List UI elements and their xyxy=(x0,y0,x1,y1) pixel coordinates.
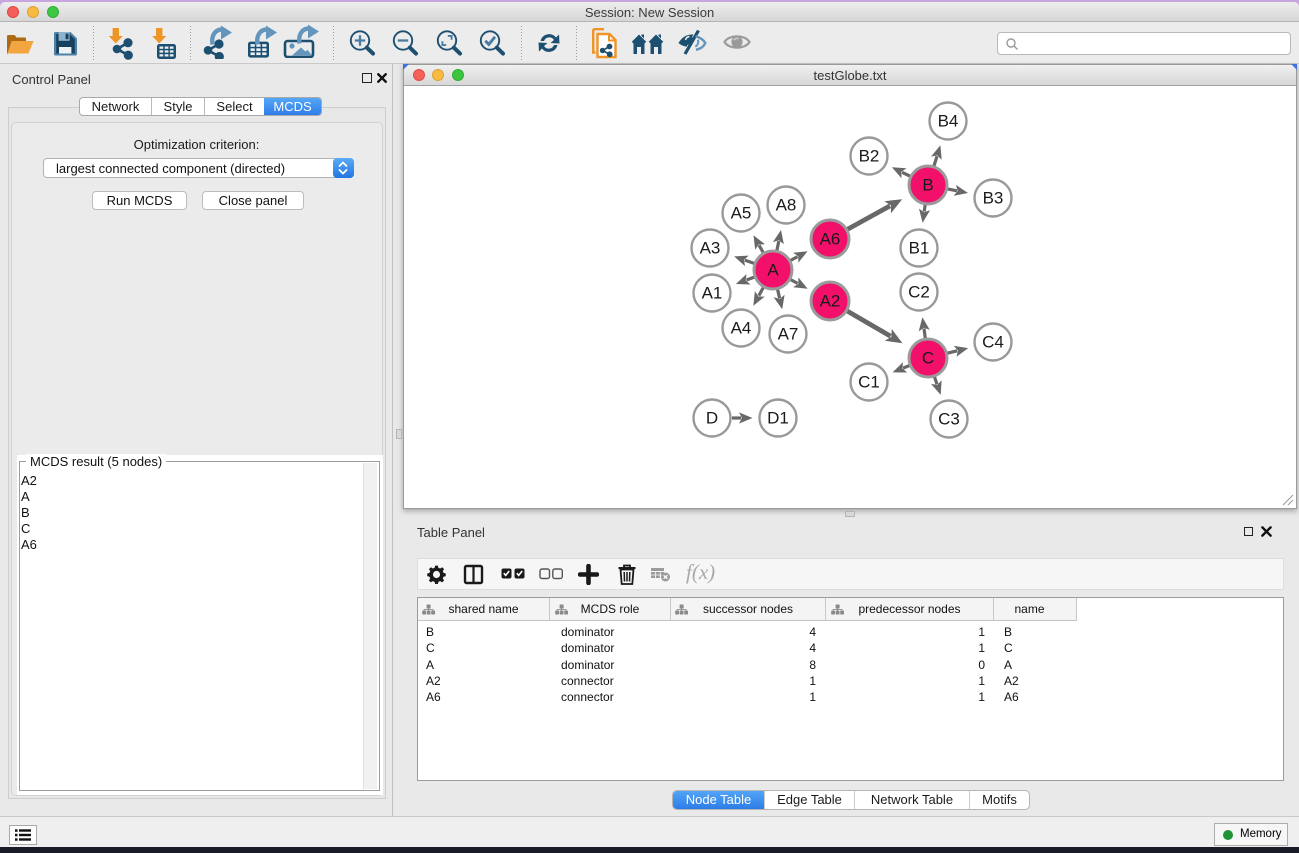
svg-text:D: D xyxy=(706,409,718,428)
svg-text:B1: B1 xyxy=(909,239,930,258)
svg-text:A2: A2 xyxy=(820,292,841,311)
svg-text:D1: D1 xyxy=(767,409,789,428)
svg-text:A8: A8 xyxy=(776,196,797,215)
svg-text:A4: A4 xyxy=(731,319,752,338)
svg-text:C1: C1 xyxy=(858,373,880,392)
svg-text:B3: B3 xyxy=(983,189,1004,208)
svg-text:C4: C4 xyxy=(982,333,1004,352)
svg-text:A1: A1 xyxy=(702,284,723,303)
svg-text:B2: B2 xyxy=(859,147,880,166)
svg-text:B: B xyxy=(922,176,933,195)
svg-text:C2: C2 xyxy=(908,283,930,302)
svg-text:A6: A6 xyxy=(820,230,841,249)
svg-text:A: A xyxy=(767,261,779,280)
svg-text:A3: A3 xyxy=(700,239,721,258)
svg-text:A7: A7 xyxy=(778,325,799,344)
svg-text:C3: C3 xyxy=(938,410,960,429)
svg-text:A5: A5 xyxy=(731,204,752,223)
svg-text:C: C xyxy=(922,349,934,368)
svg-text:B4: B4 xyxy=(938,112,959,131)
